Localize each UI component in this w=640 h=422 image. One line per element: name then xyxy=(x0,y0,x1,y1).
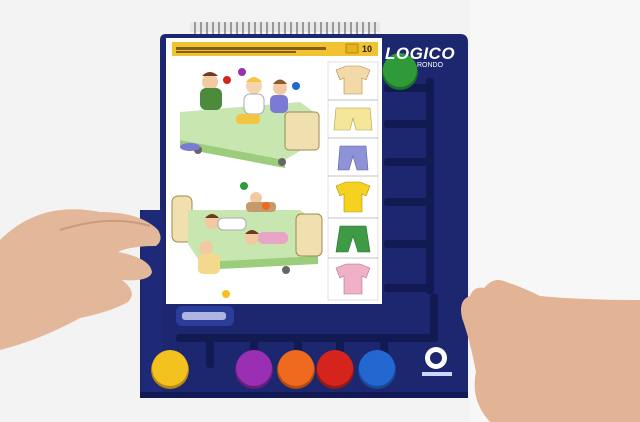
clothes-column xyxy=(327,61,379,301)
card-number: 10 xyxy=(362,44,373,54)
right-hand xyxy=(461,280,640,422)
photo-scene xyxy=(0,0,640,422)
brand-name: LOGICO xyxy=(385,44,456,63)
spiral-binding xyxy=(190,22,380,34)
red-button[interactable] xyxy=(317,350,353,386)
blue-button[interactable] xyxy=(359,350,395,386)
yellow-button[interactable] xyxy=(152,350,188,386)
logico-footer-logo xyxy=(176,306,234,326)
purple-button[interactable] xyxy=(236,350,272,386)
orange-button[interactable] xyxy=(278,350,314,386)
brand-subtitle: RONDO xyxy=(417,62,444,69)
